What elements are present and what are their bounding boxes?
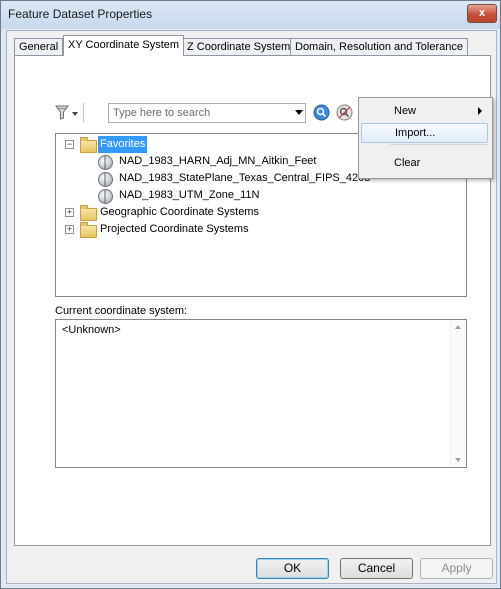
tree-node-geographic[interactable]: + Geographic Coordinate Systems [56,204,356,221]
dialog-window: Feature Dataset Properties x General XY … [0,0,501,589]
tree-node-favorites[interactable]: − Favorites [56,136,256,153]
expand-icon[interactable]: + [65,208,74,217]
menu-item-new[interactable]: New [361,101,488,121]
cancel-button[interactable]: Cancel [340,558,413,579]
current-coordinate-system-value: <Unknown> [62,324,121,336]
tree-item[interactable]: NAD_1983_HARN_Adj_MN_Aitkin_Feet [56,153,386,170]
tree-label-favorites[interactable]: Favorites [98,136,148,153]
search-dropdown-icon[interactable] [295,110,303,115]
tab-z-coordinate-system[interactable]: Z Coordinate System [182,38,296,55]
menu-item-clear[interactable]: Clear [361,153,488,173]
scroll-down-icon[interactable] [455,458,461,462]
tree-label-geographic[interactable]: Geographic Coordinate Systems [100,204,259,221]
close-icon: x [478,7,486,19]
menu-separator [390,144,488,145]
tree-item-label[interactable]: NAD_1983_HARN_Adj_MN_Aitkin_Feet [119,153,316,170]
tab-general[interactable]: General [14,38,64,55]
current-coordinate-system-box[interactable]: <Unknown> [55,319,467,468]
menu-item-import-label: Import... [395,127,436,139]
menu-item-clear-label: Clear [394,157,421,169]
globe-icon [98,155,113,170]
globe-icon [98,172,113,187]
toolbar-separator [83,103,84,123]
search-icon[interactable] [313,104,330,124]
tree-label-projected[interactable]: Projected Coordinate Systems [100,221,249,238]
tree-item[interactable]: NAD_1983_UTM_Zone_11N [56,187,386,204]
tree-node-projected[interactable]: + Projected Coordinate Systems [56,221,356,238]
globe-icon [98,189,113,204]
search-input[interactable] [109,104,292,122]
submenu-arrow-icon [478,107,482,115]
window-title: Feature Dataset Properties [8,7,153,21]
menu-item-new-label: New [394,105,417,117]
tab-domain-resolution-tolerance[interactable]: Domain, Resolution and Tolerance [290,38,468,55]
add-coordinate-system-menu: New Import... Clear [358,97,493,179]
scroll-up-icon[interactable] [455,325,461,329]
clear-search-icon[interactable] [336,104,353,124]
current-coordinate-system-label: Current coordinate system: [55,305,188,317]
search-box[interactable] [108,103,306,123]
menu-item-import[interactable]: Import... [361,123,488,143]
tab-xy-coordinate-system[interactable]: XY Coordinate System [63,35,185,56]
folder-icon [80,205,97,221]
tree-item-label[interactable]: NAD_1983_UTM_Zone_11N [119,187,259,204]
folder-icon [80,222,97,238]
ok-button[interactable]: OK [256,558,329,579]
collapse-icon[interactable]: − [65,140,74,149]
vertical-scrollbar[interactable] [450,320,466,467]
tree-item-label[interactable]: NAD_1983_StatePlane_Texas_Central_FIPS_4… [119,170,370,187]
apply-button: Apply [420,558,493,579]
expand-icon[interactable]: + [65,225,74,234]
favorites-folder-icon [80,137,97,153]
tree-item[interactable]: NAD_1983_StatePlane_Texas_Central_FIPS_4… [56,170,386,187]
title-bar[interactable]: Feature Dataset Properties x [1,1,500,29]
filter-icon[interactable] [55,105,79,124]
close-button[interactable]: x [467,4,497,23]
